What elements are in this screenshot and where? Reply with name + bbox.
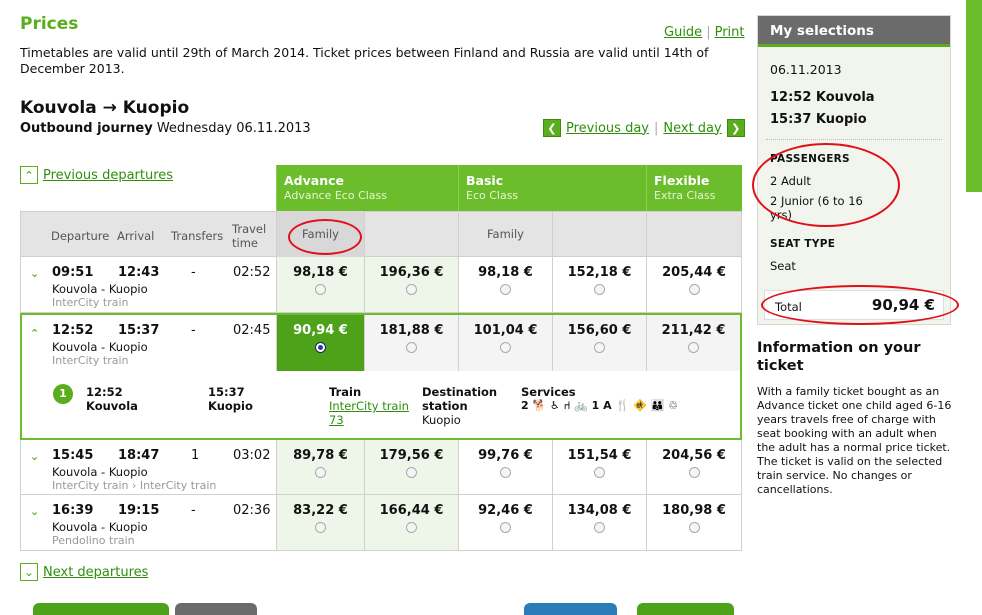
top-links: Guide | Print (664, 25, 745, 40)
col-departure: Departure (51, 229, 110, 243)
fare-header-advance: Advance Advance Eco Class (276, 165, 458, 211)
fare-radio[interactable] (688, 467, 700, 478)
chevron-down-icon[interactable]: ⌄ (30, 505, 39, 518)
info-text: With a family ticket bought as an Advanc… (757, 385, 952, 496)
table-row[interactable]: ⌄ 15:45 18:47 1 03:02 Kouvola - Kuopio I… (20, 440, 742, 495)
price-cell[interactable]: 99,76 € (458, 440, 552, 494)
price-cell[interactable]: 196,36 € (364, 257, 458, 312)
subheader-family-basic: Family (458, 211, 552, 257)
seat-type-value: Seat (770, 259, 796, 273)
col-travel-time: Travel time (232, 222, 267, 250)
next-departures: ⌄ Next departures (20, 563, 148, 581)
print-link[interactable]: Print (715, 25, 745, 40)
chevron-right-icon[interactable]: ❯ (726, 119, 745, 137)
fare-radio[interactable] (315, 284, 326, 295)
journey-detail: 1 12:52 Kouvola 15:37 Kuopio Train Inter… (22, 371, 740, 438)
my-selections-title: My selections (758, 16, 950, 47)
previous-departures-link[interactable]: Previous departures (43, 168, 173, 183)
col-arrival: Arrival (117, 229, 155, 243)
highlight-circle (752, 143, 900, 227)
price-cell[interactable]: 156,60 € (552, 315, 646, 371)
chevron-down-icon[interactable]: ⌄ (30, 267, 39, 280)
previous-day-link[interactable]: Previous day (566, 121, 649, 136)
guide-link[interactable]: Guide (664, 25, 702, 40)
price-cell[interactable]: 151,54 € (552, 440, 646, 494)
services-icons: 2 🐕 ♿ ⑁ 🚲 1 A 🍴 🚸 👪 ♲ (521, 399, 678, 412)
fare-radio[interactable] (500, 522, 511, 533)
selection-departure: 12:52 Kouvola (770, 90, 875, 105)
highlight-circle (288, 219, 362, 255)
price-cell[interactable]: 179,56 € (364, 440, 458, 494)
fare-radio[interactable] (406, 467, 417, 478)
price-cell[interactable]: 101,04 € (458, 315, 552, 371)
fare-radio[interactable] (688, 522, 700, 533)
price-cell[interactable]: 98,18 € (458, 257, 552, 312)
fare-radio[interactable] (315, 467, 326, 478)
price-cell[interactable]: 92,46 € (458, 495, 552, 550)
chevron-left-icon[interactable]: ❮ (543, 119, 561, 137)
price-cell[interactable]: 166,44 € (364, 495, 458, 550)
page-title: Prices (20, 14, 79, 34)
fare-radio[interactable] (406, 342, 417, 353)
chevron-down-icon[interactable]: ⌄ (30, 450, 39, 463)
selection-date: 06.11.2013 (770, 62, 842, 77)
fare-header-flexible: Flexible Extra Class (646, 165, 742, 211)
next-departures-link[interactable]: Next departures (43, 565, 148, 580)
fare-radio[interactable] (688, 342, 699, 353)
fare-radio[interactable] (594, 522, 605, 533)
price-cell[interactable]: 89,78 € (276, 440, 364, 494)
fare-radio[interactable] (594, 284, 605, 295)
fare-radio[interactable] (406, 284, 417, 295)
chevron-up-icon[interactable]: ⌃ (30, 327, 39, 340)
price-cell[interactable]: 180,98 € (646, 495, 741, 550)
price-cell-selected[interactable]: 90,94 € (276, 315, 364, 371)
fare-header-basic: Basic Eco Class (458, 165, 646, 211)
train-link[interactable]: InterCity train 73 (329, 399, 415, 427)
info-title: Information on your ticket (757, 340, 921, 374)
fare-radio[interactable] (500, 467, 511, 478)
seat-type-label: SEAT TYPE (770, 238, 836, 250)
price-cell[interactable]: 204,56 € (646, 440, 741, 494)
bottom-button[interactable] (33, 603, 169, 615)
table-row[interactable]: ⌄ 16:39 19:15 - 02:36 Kouvola - Kuopio P… (20, 495, 742, 551)
price-cell[interactable]: 152,18 € (552, 257, 646, 312)
price-cell[interactable]: 205,44 € (646, 257, 741, 312)
table-row-selected[interactable]: ⌃ 12:52 15:37 - 02:45 Kouvola - Kuopio I… (20, 313, 742, 440)
fare-radio[interactable] (594, 342, 605, 353)
bottom-button[interactable] (637, 603, 734, 615)
validity-notice: Timetables are valid until 29th of March… (20, 45, 709, 76)
fare-radio[interactable] (594, 467, 605, 478)
table-row[interactable]: ⌄ 09:51 12:43 - 02:52 Kouvola - Kuopio I… (20, 257, 742, 313)
fare-radio[interactable] (500, 284, 511, 295)
fare-radio[interactable] (500, 342, 511, 353)
day-navigation: ❮ Previous day | Next day ❯ (543, 119, 745, 137)
col-transfers: Transfers (171, 229, 224, 243)
bottom-button[interactable] (175, 603, 257, 615)
price-cell[interactable]: 211,42 € (646, 315, 740, 371)
bottom-button[interactable] (524, 603, 617, 615)
price-cell[interactable]: 134,08 € (552, 495, 646, 550)
fare-radio[interactable] (315, 522, 326, 533)
price-cell[interactable]: 98,18 € (276, 257, 364, 312)
leg-number: 1 (53, 384, 73, 404)
previous-departures: ⌃ Previous departures (20, 166, 173, 184)
chevron-up-icon[interactable]: ⌃ (20, 166, 38, 184)
route-title: Kouvola → Kuopio (20, 98, 190, 118)
chevron-down-icon[interactable]: ⌄ (20, 563, 38, 581)
price-cell[interactable]: 83,22 € (276, 495, 364, 550)
subheader-flexible (646, 211, 742, 257)
subheader-advance-2 (364, 211, 458, 257)
fare-radio-selected[interactable] (315, 342, 326, 353)
next-day-link[interactable]: Next day (663, 121, 721, 136)
price-cell[interactable]: 181,88 € (364, 315, 458, 371)
fare-radio[interactable] (406, 522, 417, 533)
highlight-circle (761, 285, 959, 325)
fare-radio[interactable] (688, 284, 700, 295)
right-accent-bar (966, 0, 982, 192)
subheader-basic-2 (552, 211, 646, 257)
journey-date: Outbound journey Wednesday 06.11.2013 (20, 121, 311, 136)
selection-arrival: 15:37 Kuopio (770, 112, 867, 127)
